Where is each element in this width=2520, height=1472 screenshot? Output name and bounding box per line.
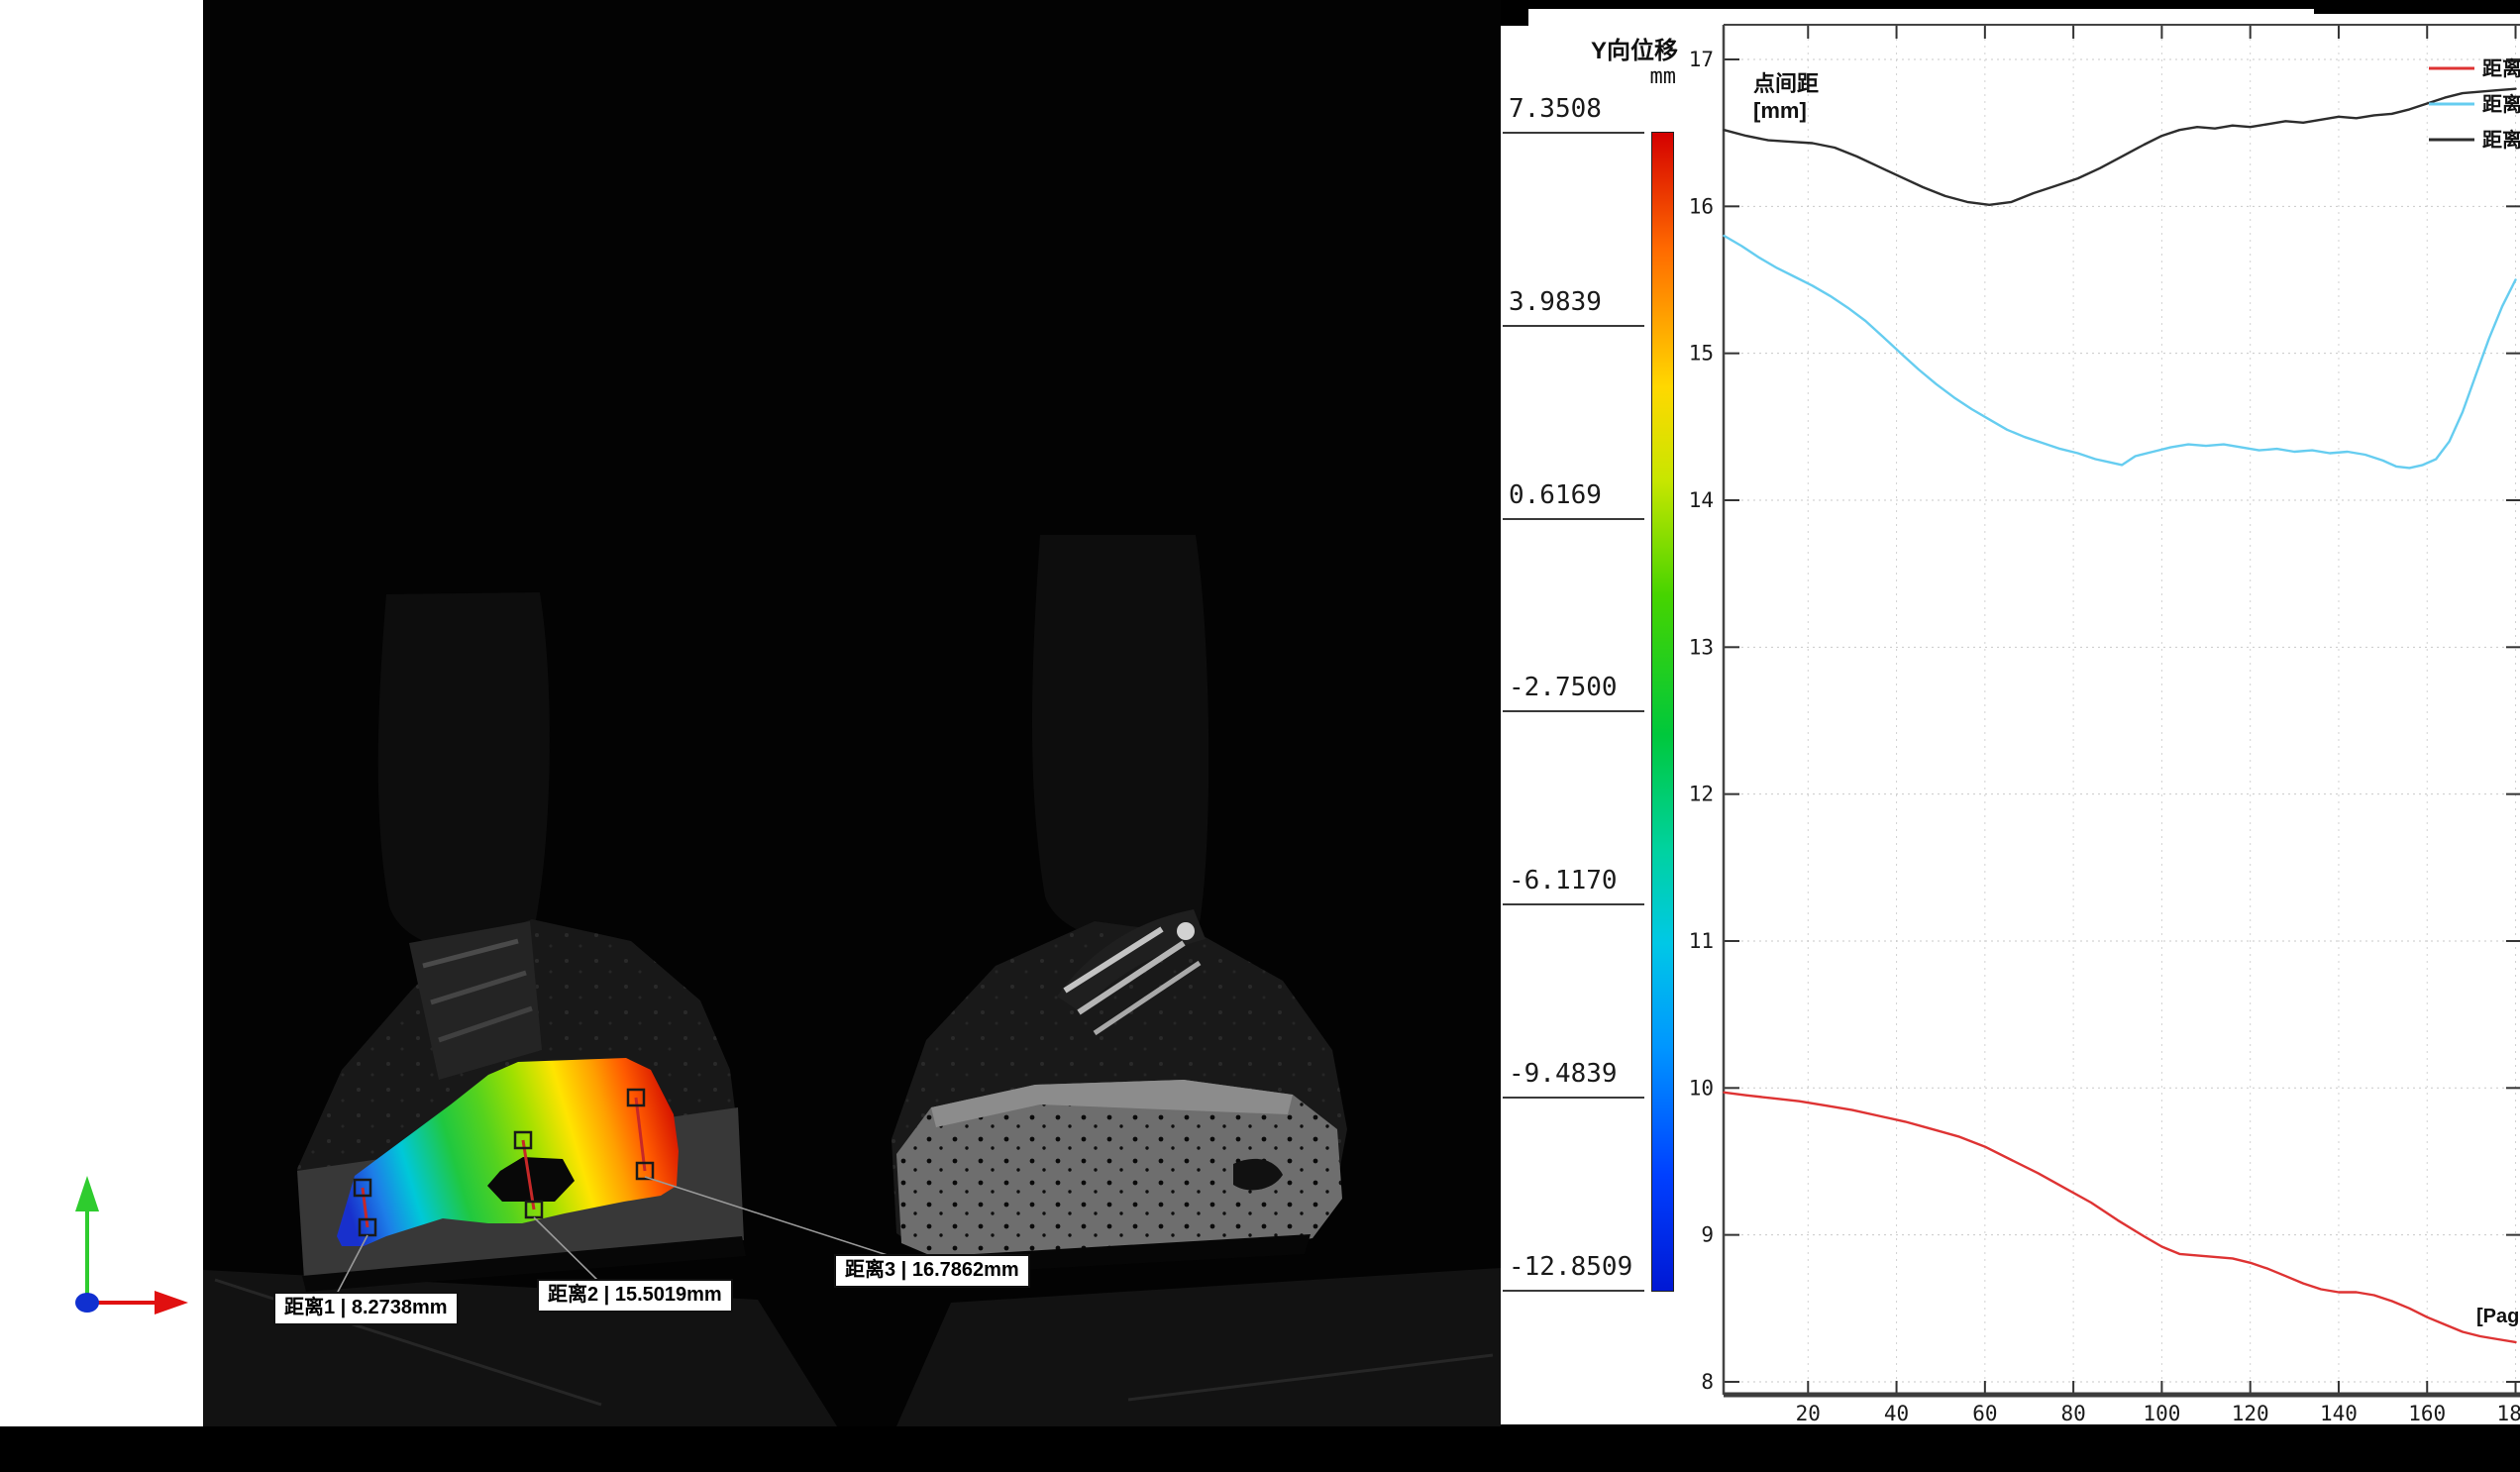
scene-art: [203, 0, 1501, 1426]
legend-label: 距离2: [2482, 92, 2520, 116]
colorbar-tick-rule: [1503, 710, 1644, 712]
series-距离1: [1725, 1093, 2516, 1342]
colorbar-tick-rule: [1503, 518, 1644, 520]
y-tick-label: 13: [1689, 635, 1714, 659]
measurement-label-1[interactable]: 距离1 | 8.2738mm: [273, 1292, 459, 1325]
x-axis-arrowhead-icon: [155, 1291, 188, 1314]
axis-triad: [30, 1164, 198, 1337]
measurement-label-2[interactable]: 距离2 | 15.5019mm: [537, 1279, 733, 1313]
colorbar-gradient: [1651, 132, 1674, 1292]
chart-canvas: 20 40 60 80 100 120 140 160 180 8 9 10 11 12 13 14 15 16 1…: [1684, 0, 2520, 1426]
y-tick-label: 17: [1689, 48, 1714, 71]
y-axis-arrowhead-icon: [75, 1176, 99, 1211]
y-tick-label: 14: [1689, 488, 1714, 512]
colorbar-tick-label: -9.4839: [1509, 1059, 1618, 1089]
camera-image-view: [203, 0, 1501, 1426]
series-距离2: [1725, 236, 2516, 468]
y-tick-label: 10: [1689, 1076, 1714, 1100]
z-axis-origin-icon: [75, 1293, 99, 1313]
colorbar-panel: Y向位移 mm 7.3508 3.9839 0.6169 -2.7500 -6.1170…: [1501, 9, 1684, 1424]
x-tick-label: 20: [1796, 1402, 1821, 1425]
colorbar-tick-rule: [1503, 903, 1644, 905]
x-tick-label: 60: [1972, 1402, 1997, 1425]
series-距离3: [1725, 89, 2516, 205]
colorbar-unit: mm: [1650, 64, 1677, 89]
chart-ylabel-line1: 点间距: [1753, 71, 1819, 96]
x-tick-label: 160: [2408, 1402, 2446, 1425]
y-tick-label: 8: [1701, 1370, 1714, 1394]
y-tick-label: 15: [1689, 342, 1714, 366]
dic-analysis-window: 距离1 | 8.2738mm 距离2 | 15.5019mm 距离3 | 16.…: [0, 0, 2520, 1472]
colorbar-tick-label: -2.7500: [1509, 673, 1618, 702]
colorbar-tick-rule: [1503, 1290, 1644, 1292]
colorbar-tick-label: -6.1170: [1509, 866, 1618, 895]
y-tick-label: 12: [1689, 783, 1714, 806]
colorbar-tick-rule: [1503, 325, 1644, 327]
colorbar-title: Y向位移: [1591, 31, 1678, 65]
page-badge: [Page]: [2476, 1306, 2520, 1327]
chart-ylabel-line2: [mm]: [1753, 98, 1807, 123]
left-margin-strip: [0, 0, 203, 1426]
colorbar-tick-label: 7.3508: [1509, 94, 1602, 124]
distance-chart: 20 40 60 80 100 120 140 160 180 8 9 10 11 12 13 14 15 16 1…: [1684, 0, 2520, 1426]
colorbar-tick-label: -12.8509: [1509, 1252, 1632, 1282]
legend-label: 距离3: [2482, 128, 2520, 152]
x-tick-label: 80: [2060, 1402, 2085, 1425]
x-tick-label: 120: [2232, 1402, 2269, 1425]
colorbar-tick-label: 0.6169: [1509, 480, 1602, 510]
y-tick-label: 11: [1689, 929, 1714, 953]
colorbar-tick-rule: [1503, 132, 1644, 134]
bottom-black-bar: [0, 1426, 2520, 1472]
legend-label: 距离1: [2482, 56, 2520, 80]
y-tick-label: 9: [1701, 1223, 1714, 1247]
colorbar-tick-label: 3.9839: [1509, 287, 1602, 317]
colorbar-tick-rule: [1503, 1097, 1644, 1099]
x-tick-label: 140: [2320, 1402, 2358, 1425]
y-tick-label: 16: [1689, 194, 1714, 218]
x-tick-label: 100: [2143, 1402, 2180, 1425]
measurement-label-3[interactable]: 距离3 | 16.7862mm: [834, 1254, 1030, 1288]
x-tick-label: 40: [1884, 1402, 1909, 1425]
x-tick-label: 180: [2497, 1402, 2520, 1425]
